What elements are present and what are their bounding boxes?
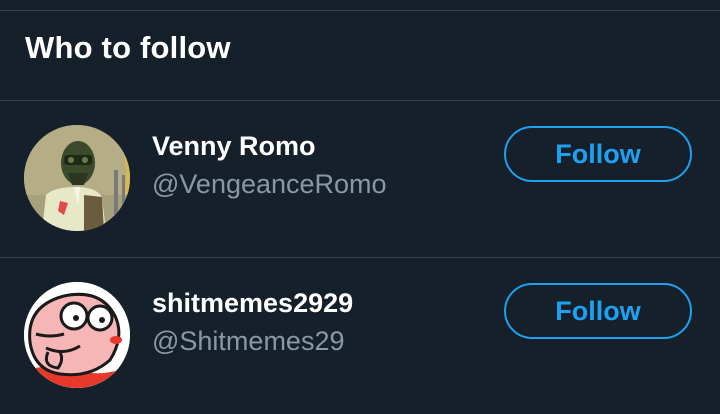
avatar[interactable] <box>24 125 130 231</box>
section-title: Who to follow <box>25 30 231 65</box>
user-name[interactable]: shitmemes2929 <box>152 288 353 319</box>
avatar-image <box>24 125 130 231</box>
suggestion-row-shitmemes2929[interactable]: shitmemes2929 @Shitmemes29 Follow <box>0 258 720 414</box>
user-handle[interactable]: @VengeanceRomo <box>152 169 387 200</box>
follow-button[interactable]: Follow <box>504 126 692 182</box>
avatar[interactable] <box>24 282 130 388</box>
user-name[interactable]: Venny Romo <box>152 131 316 162</box>
suggestion-row-venny-romo[interactable]: Venny Romo @VengeanceRomo Follow <box>0 101 720 257</box>
follow-button[interactable]: Follow <box>504 283 692 339</box>
top-divider <box>0 10 720 11</box>
avatar-image <box>24 282 130 388</box>
user-handle[interactable]: @Shitmemes29 <box>152 326 344 357</box>
